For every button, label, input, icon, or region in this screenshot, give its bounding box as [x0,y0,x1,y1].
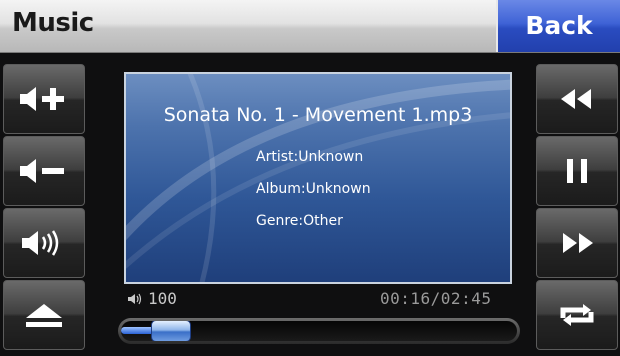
pause-button[interactable] [536,136,618,206]
back-button[interactable]: Back [496,0,620,52]
eject-button[interactable] [3,280,85,350]
pause-icon [567,159,587,183]
volume-value: 100 [148,289,177,308]
album-label: Album:Unknown [256,181,371,197]
track-filename: Sonata No. 1 - Movement 1.mp3 [163,104,473,126]
volume-up-icon [20,87,64,111]
repeat-button[interactable] [536,280,618,350]
eject-icon [26,304,62,327]
genre-label: Genre:Other [256,213,343,229]
seek-track [121,321,517,341]
left-control-panel [3,64,85,354]
seek-bar[interactable] [118,318,520,344]
volume-indicator: 100 [128,289,177,308]
volume-up-button[interactable] [3,64,85,134]
seek-thumb[interactable] [150,321,191,341]
rewind-button[interactable] [536,64,618,134]
fast-forward-icon [563,233,593,253]
volume-down-icon [20,159,64,183]
repeat-icon [560,304,594,326]
elapsed-total-time: 00:16/02:45 [380,289,492,308]
small-speaker-icon [128,293,142,304]
page-title: Music [12,8,94,38]
rewind-icon [561,89,591,109]
track-info-screen: Sonata No. 1 - Movement 1.mp3 Artist:Unk… [124,72,512,284]
artist-label: Artist:Unknown [256,149,364,165]
speaker-button[interactable] [3,208,85,278]
right-control-panel [536,64,618,354]
speaker-icon [22,230,59,256]
title-bar: Music Back [0,0,620,53]
fast-forward-button[interactable] [536,208,618,278]
volume-down-button[interactable] [3,136,85,206]
